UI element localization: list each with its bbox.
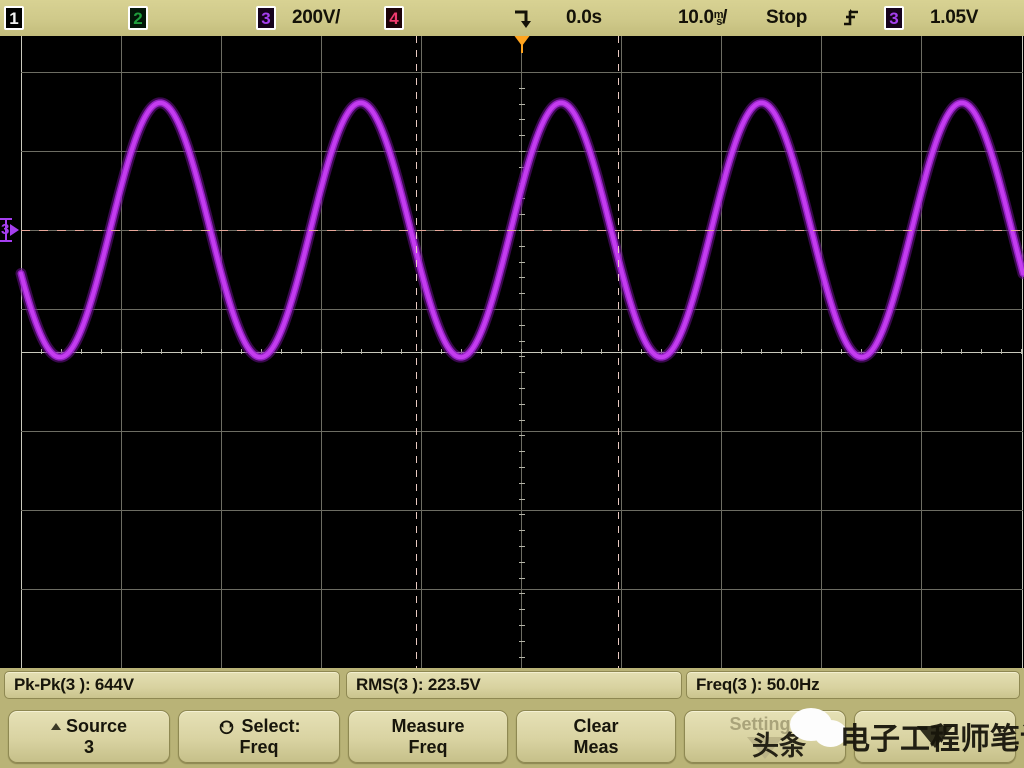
channel-badge-3[interactable]: 3 xyxy=(256,0,276,36)
trigger-source-badge[interactable]: 3 xyxy=(884,0,904,36)
run-state-value: Stop xyxy=(766,7,807,29)
channel-badge-4[interactable]: 4 xyxy=(384,0,404,36)
measurement-pk-pk-value: Pk-Pk(3 ): 644V xyxy=(14,675,134,695)
channel-badge-1[interactable]: 1 xyxy=(4,0,24,36)
down-arrow-icon xyxy=(747,737,783,759)
time-delay[interactable]: 0.0s xyxy=(566,0,602,36)
softkey-settings[interactable]: Settings xyxy=(684,710,846,763)
rising-edge-icon[interactable] xyxy=(842,0,860,36)
softkey-clear-value: Meas xyxy=(573,737,618,757)
softkey-clear-label: Clear xyxy=(573,716,618,736)
cursor-y1[interactable] xyxy=(21,230,1023,231)
measurement-rms[interactable]: RMS(3 ): 223.5V xyxy=(346,671,682,699)
waveform-display-area[interactable]: 3 xyxy=(0,36,1024,668)
run-state[interactable]: Stop xyxy=(766,0,807,36)
waveform-trace-ch3 xyxy=(0,36,1024,668)
softkey-measure-value: Freq xyxy=(408,737,447,757)
trigger-position-stem xyxy=(521,44,523,53)
time-delay-value: 0.0s xyxy=(566,7,602,29)
channel-4-label: 4 xyxy=(384,6,404,30)
trigger-source-value: 3 xyxy=(884,6,904,30)
measurement-pk-pk[interactable]: Pk-Pk(3 ): 644V xyxy=(4,671,340,699)
timebase-value: 10.0ms/ xyxy=(678,7,727,29)
trigger-position-icon xyxy=(512,0,534,36)
softkey-clear-meas[interactable]: Clear Meas xyxy=(516,710,676,763)
channel-badge-2[interactable]: 2 xyxy=(128,0,148,36)
down-arrow-icon xyxy=(917,726,953,748)
timebase-suffix: / xyxy=(722,7,727,28)
trigger-level[interactable]: 1.05V xyxy=(930,0,978,36)
measurement-rms-value: RMS(3 ): 223.5V xyxy=(356,675,481,695)
softkey-settings-label: Settings xyxy=(729,714,800,734)
channel-2-label: 2 xyxy=(128,6,148,30)
channel-1-label: 1 xyxy=(4,6,24,30)
softkey-source-label: Source xyxy=(66,716,127,736)
softkey-source[interactable]: Source 3 xyxy=(8,710,170,763)
trigger-level-value: 1.05V xyxy=(930,7,978,29)
measurement-freq[interactable]: Freq(3 ): 50.0Hz xyxy=(686,671,1020,699)
up-arrow-icon xyxy=(51,723,61,730)
channel-3-vertical-scale[interactable]: 200V/ xyxy=(292,0,340,36)
rising-edge-glyph xyxy=(842,7,860,29)
softkey-measure[interactable]: Measure Freq xyxy=(348,710,508,763)
channel-3-label: 3 xyxy=(256,6,276,30)
oscilloscope-screen: 1 2 3 200V/ 4 0.0s 10.0ms/ Stop xyxy=(0,0,1024,768)
cursor-x1[interactable] xyxy=(416,36,417,668)
channel-3-scale-value: 200V/ xyxy=(292,7,340,29)
softkey-select-label: Select: xyxy=(241,716,300,736)
softkey-measure-label: Measure xyxy=(391,716,464,736)
cursor-x2[interactable] xyxy=(618,36,619,668)
top-status-bar: 1 2 3 200V/ 4 0.0s 10.0ms/ Stop xyxy=(0,0,1024,37)
measurement-freq-value: Freq(3 ): 50.0Hz xyxy=(696,675,819,695)
measurement-bar: Pk-Pk(3 ): 644V RMS(3 ): 223.5V Freq(3 )… xyxy=(0,668,1024,704)
softkey-source-value: 3 xyxy=(84,737,94,757)
timebase[interactable]: 10.0ms/ xyxy=(678,0,727,36)
softkey-select[interactable]: Select: Freq xyxy=(178,710,340,763)
channel-3-ground-marker[interactable]: 3 xyxy=(0,218,19,237)
ground-marker-arrow xyxy=(10,224,19,236)
softkey-bar: Source 3 Select: Freq Measure Freq Clear xyxy=(0,704,1024,768)
softkey-next-menu[interactable] xyxy=(854,710,1016,763)
entry-knob-icon xyxy=(217,717,236,736)
softkey-select-value: Freq xyxy=(239,737,278,757)
trigger-delay-glyph xyxy=(512,8,534,28)
